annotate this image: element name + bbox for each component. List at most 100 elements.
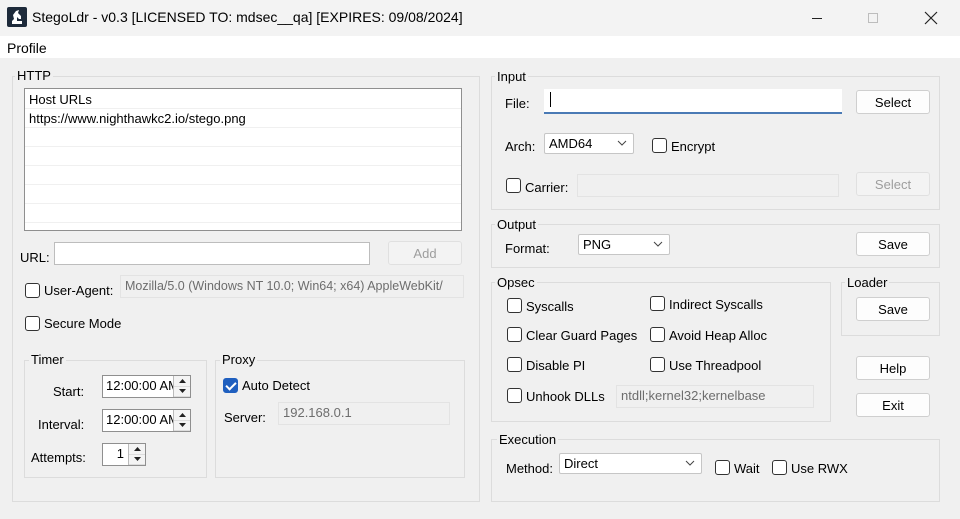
carrier-input[interactable] xyxy=(577,174,839,197)
use-threadpool-label: Use Threadpool xyxy=(669,358,762,373)
carrier-label: Carrier: xyxy=(525,180,569,195)
select-file-button[interactable]: Select xyxy=(856,90,930,114)
interval-label: Interval: xyxy=(38,417,85,432)
loader-save-button[interactable]: Save xyxy=(856,297,930,321)
close-icon xyxy=(924,11,938,25)
close-button[interactable] xyxy=(908,0,954,36)
attempts-label: Attempts: xyxy=(31,450,86,465)
interval-time-input[interactable]: 12:00:00 AM xyxy=(102,409,191,432)
list-item-empty xyxy=(25,186,461,204)
list-header: Host URLs xyxy=(25,91,461,109)
start-time-value: 12:00:00 AM xyxy=(106,378,179,393)
auto-detect-checkbox[interactable] xyxy=(223,378,238,393)
list-item[interactable]: https://www.nighthawkc2.io/stego.png xyxy=(25,110,461,128)
host-urls-list[interactable]: Host URLs https://www.nighthawkc2.io/ste… xyxy=(24,88,462,231)
format-select[interactable]: PNG xyxy=(578,234,670,255)
secure-mode-checkbox[interactable] xyxy=(25,316,40,331)
list-item-empty xyxy=(25,148,461,166)
minimize-icon xyxy=(812,18,822,19)
carrier-select-button[interactable]: Select xyxy=(856,172,930,196)
disable-pi-label: Disable PI xyxy=(526,358,586,373)
minimize-button[interactable] xyxy=(794,0,840,36)
file-input[interactable] xyxy=(544,89,842,114)
chevron-down-icon xyxy=(653,241,663,247)
input-group-label: Input xyxy=(495,69,528,84)
list-item-empty xyxy=(25,167,461,185)
user-agent-input[interactable]: Mozilla/5.0 (Windows NT 10.0; Win64; x64… xyxy=(120,275,464,298)
menu-profile[interactable]: Profile xyxy=(7,40,47,56)
use-threadpool-checkbox[interactable] xyxy=(650,357,665,372)
file-label: File: xyxy=(505,96,530,111)
user-agent-checkbox[interactable] xyxy=(25,283,40,298)
spin-up-icon[interactable] xyxy=(174,410,190,421)
list-item-empty xyxy=(25,205,461,223)
interval-time-spinner[interactable] xyxy=(173,410,190,431)
method-select[interactable]: Direct xyxy=(559,453,702,474)
http-group-label: HTTP xyxy=(15,68,53,83)
maximize-icon xyxy=(868,13,878,23)
exit-button[interactable]: Exit xyxy=(856,393,930,417)
attempts-value: 1 xyxy=(116,446,124,461)
server-input[interactable]: 192.168.0.1 xyxy=(278,402,450,425)
arch-label: Arch: xyxy=(505,139,536,154)
arch-select[interactable]: AMD64 xyxy=(544,133,634,154)
help-button[interactable]: Help xyxy=(856,356,930,380)
loader-group-label: Loader xyxy=(845,275,890,290)
format-label: Format: xyxy=(505,241,550,256)
add-button[interactable]: Add xyxy=(388,241,462,265)
start-label: Start: xyxy=(53,384,85,399)
user-agent-label: User-Agent: xyxy=(44,283,114,298)
clear-guard-pages-label: Clear Guard Pages xyxy=(526,328,638,343)
indirect-syscalls-checkbox[interactable] xyxy=(650,296,665,311)
output-save-button[interactable]: Save xyxy=(856,232,930,256)
url-input[interactable] xyxy=(54,242,370,265)
syscalls-checkbox[interactable] xyxy=(507,298,522,313)
server-label: Server: xyxy=(224,410,266,425)
output-group-label: Output xyxy=(495,217,539,232)
chevron-down-icon xyxy=(685,460,695,466)
opsec-group-label: Opsec xyxy=(495,275,537,290)
encrypt-checkbox[interactable] xyxy=(652,138,667,153)
avoid-heap-alloc-checkbox[interactable] xyxy=(650,327,665,342)
attempts-input[interactable]: 1 xyxy=(102,443,146,466)
text-cursor xyxy=(550,92,551,108)
proxy-group-label: Proxy xyxy=(220,352,258,367)
syscalls-label: Syscalls xyxy=(526,299,574,314)
clear-guard-pages-checkbox[interactable] xyxy=(507,327,522,342)
unhook-dlls-input[interactable]: ntdll;kernel32;kernelbase xyxy=(616,385,814,408)
wait-label: Wait xyxy=(734,461,760,476)
avoid-heap-alloc-label: Avoid Heap Alloc xyxy=(669,328,768,343)
interval-time-value: 12:00:00 AM xyxy=(106,412,179,427)
secure-mode-label: Secure Mode xyxy=(44,316,122,331)
method-label: Method: xyxy=(506,461,553,476)
list-item-empty xyxy=(25,129,461,147)
carrier-checkbox[interactable] xyxy=(506,178,521,193)
disable-pi-checkbox[interactable] xyxy=(507,357,522,372)
unhook-dlls-label: Unhook DLLs xyxy=(526,389,605,404)
spin-down-icon[interactable] xyxy=(174,420,190,431)
use-rwx-checkbox[interactable] xyxy=(772,460,787,475)
start-time-spinner[interactable] xyxy=(173,376,190,397)
execution-group-label: Execution xyxy=(497,432,559,447)
indirect-syscalls-label: Indirect Syscalls xyxy=(669,297,763,312)
unhook-dlls-checkbox[interactable] xyxy=(507,388,522,403)
url-label: URL: xyxy=(20,250,50,265)
app-icon xyxy=(7,7,27,27)
timer-group-label: Timer xyxy=(29,352,66,367)
window-title: StegoLdr - v0.3 [LICENSED TO: mdsec__qa]… xyxy=(32,9,463,25)
method-value: Direct xyxy=(564,456,598,471)
arch-value: AMD64 xyxy=(549,136,593,151)
encrypt-label: Encrypt xyxy=(671,139,716,154)
start-time-input[interactable]: 12:00:00 AM xyxy=(102,375,191,398)
spin-down-icon[interactable] xyxy=(174,386,190,397)
spin-down-icon[interactable] xyxy=(129,454,145,465)
maximize-button[interactable] xyxy=(850,0,896,36)
attempts-spinner[interactable] xyxy=(128,444,145,465)
chevron-down-icon xyxy=(617,140,627,146)
wait-checkbox[interactable] xyxy=(715,460,730,475)
spin-up-icon[interactable] xyxy=(174,376,190,387)
spin-up-icon[interactable] xyxy=(129,444,145,455)
menu-bar xyxy=(0,36,960,58)
format-value: PNG xyxy=(583,237,612,252)
use-rwx-label: Use RWX xyxy=(791,461,848,476)
